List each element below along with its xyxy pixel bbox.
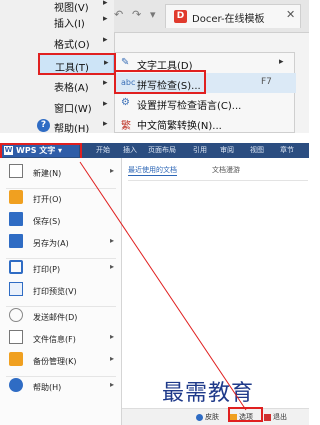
app-menu-label: 另存为(A) (33, 239, 69, 248)
submenu-item-label: 设置拼写检查语言(C)... (137, 101, 242, 112)
app-menu-label: 打开(O) (33, 195, 62, 204)
app-menu-item-print[interactable]: 打印(P) ▸ (0, 257, 122, 279)
exit-icon (264, 413, 271, 421)
menu-item-label: 帮助(H) (54, 124, 90, 133)
app-menu: 新建(N) ▸ 打开(O) 保存(S) 另存为(A) ▸ 打印(P) ▸ 打印预… (0, 158, 122, 425)
mail-icon (9, 308, 23, 322)
save-as-icon (9, 234, 23, 248)
tab-dropdown-icon[interactable]: ▾ (150, 8, 156, 21)
help-icon (9, 378, 23, 392)
ribbon-tab-layout[interactable]: 页面布局 (148, 145, 176, 155)
close-icon[interactable]: ✕ (286, 8, 295, 21)
divider (128, 180, 308, 181)
menu-item-table[interactable]: 表格(A) ▸ (0, 74, 114, 96)
submenu-item-convert-chinese[interactable]: 繁 中文简繁转换(N)... (115, 113, 296, 133)
forward-icon[interactable]: ↷ (132, 8, 141, 21)
skin-icon (196, 413, 203, 421)
menu-item-insert[interactable]: 插入(I) ▸ (0, 10, 114, 32)
app-menu-label: 文件信息(F) (33, 335, 76, 344)
tab-title: Docer-在线模板 (192, 14, 265, 25)
print-preview-icon (9, 282, 23, 296)
convert-chinese-icon: 繁 (121, 121, 131, 132)
menu-item-label: 格式(O) (54, 40, 90, 51)
open-folder-icon (9, 190, 23, 204)
back-icon[interactable]: ↶ (114, 8, 123, 21)
tab-recent-documents[interactable]: 最近使用的文档 (128, 165, 177, 176)
app-menu-label: 保存(S) (33, 217, 61, 226)
submenu-arrow-icon: ▸ (110, 166, 115, 175)
submenu-arrow-icon: ▸ (103, 14, 108, 24)
highlight-box-tools (38, 53, 116, 75)
submenu-item-spell-language[interactable]: ⚙ 设置拼写检查语言(C)... (115, 93, 296, 113)
app-menu-item-open[interactable]: 打开(O) (0, 187, 122, 209)
submenu-arrow-icon: ▸ (103, 0, 108, 8)
submenu-arrow-icon: ▸ (110, 236, 115, 245)
app-menu-label: 打印预览(V) (33, 287, 77, 296)
menu-item-label: 窗口(W) (54, 104, 92, 115)
skin-button[interactable]: 皮肤 (196, 412, 219, 422)
app-menu-item-new[interactable]: 新建(N) ▸ (0, 161, 122, 189)
ribbon-tab-view[interactable]: 视图 (250, 145, 264, 155)
submenu-arrow-icon: ▸ (103, 78, 108, 88)
submenu-arrow-icon: ▸ (110, 262, 115, 271)
highlight-box-spell-check (114, 70, 206, 94)
app-menu-item-help[interactable]: 帮助(H) ▸ (0, 375, 122, 397)
app-menu-label: 新建(N) (33, 169, 62, 178)
print-icon (9, 260, 23, 274)
text-tool-icon: ✎ (121, 57, 130, 68)
shortcut-label: F7 (261, 77, 272, 87)
save-icon (9, 212, 23, 226)
app-menu-label: 打印(P) (33, 265, 61, 274)
highlight-box-options (228, 407, 263, 422)
tab-docer[interactable]: D Docer-在线模板 ✕ (165, 4, 301, 28)
ribbon-tab-chapter[interactable]: 章节 (280, 145, 294, 155)
ribbon-tab-review[interactable]: 审阅 (220, 145, 234, 155)
app-menu-item-print-preview[interactable]: 打印预览(V) (0, 279, 122, 307)
top-screenshot: 视图(V) ▸ 插入(I) ▸ 格式(O) ▸ 工具(T) ▸ 表格(A) ▸ … (0, 0, 309, 133)
help-icon: ? (37, 119, 50, 132)
spell-language-icon: ⚙ (121, 97, 130, 108)
ribbon-tab-insert[interactable]: 插入 (123, 145, 137, 155)
submenu-item-label: 中文简繁转换(N)... (137, 121, 222, 132)
ribbon-tab-references[interactable]: 引用 (193, 145, 207, 155)
new-doc-icon (9, 164, 23, 178)
app-menu-item-send-mail[interactable]: 发送邮件(D) (0, 305, 122, 327)
app-menu-item-file-info[interactable]: 文件信息(F) ▸ (0, 327, 122, 349)
submenu-arrow-icon: ▸ (103, 35, 108, 45)
file-info-icon (9, 330, 23, 344)
menu-item-label: 插入(I) (54, 19, 85, 30)
menu-status-bar: 皮肤 选项 退出 (122, 408, 309, 425)
menu-item-format[interactable]: 格式(O) ▸ (0, 31, 114, 53)
app-menu-label: 帮助(H) (33, 383, 62, 392)
skin-label: 皮肤 (205, 413, 219, 421)
menu-item-window[interactable]: 窗口(W) ▸ (0, 95, 114, 117)
watermark-text: 最需教育 (162, 381, 255, 406)
menu-item-label: 表格(A) (54, 83, 89, 94)
tab-document-roaming[interactable]: 文档漫游 (212, 165, 240, 175)
submenu-arrow-icon: ▸ (110, 380, 115, 389)
submenu-arrow-icon: ▸ (110, 354, 115, 363)
menu-item-help[interactable]: ? 帮助(H) ▸ (0, 115, 114, 133)
app-menu-item-save-as[interactable]: 另存为(A) ▸ (0, 231, 122, 259)
bottom-screenshot: 开始 插入 页面布局 引用 审阅 视图 章节 W WPS 文字 ▾ 新建(N) ▸… (0, 143, 309, 425)
submenu-arrow-icon: ▸ (110, 332, 115, 341)
submenu-arrow-icon: ▸ (103, 99, 108, 109)
recent-documents-panel: 最近使用的文档 文档漫游 (122, 158, 309, 408)
submenu-arrow-icon: ▸ (103, 119, 108, 129)
docer-logo-icon: D (174, 10, 187, 23)
exit-label: 退出 (273, 413, 287, 421)
app-menu-label: 发送邮件(D) (33, 313, 78, 322)
exit-button[interactable]: 退出 (264, 412, 287, 422)
backup-icon (9, 352, 23, 366)
ribbon-tab-home[interactable]: 开始 (96, 145, 110, 155)
app-menu-label: 备份管理(K) (33, 357, 77, 366)
submenu-arrow-icon: ▸ (279, 57, 284, 67)
app-menu-item-save[interactable]: 保存(S) (0, 209, 122, 231)
app-menu-item-backup[interactable]: 备份管理(K) ▸ (0, 349, 122, 377)
